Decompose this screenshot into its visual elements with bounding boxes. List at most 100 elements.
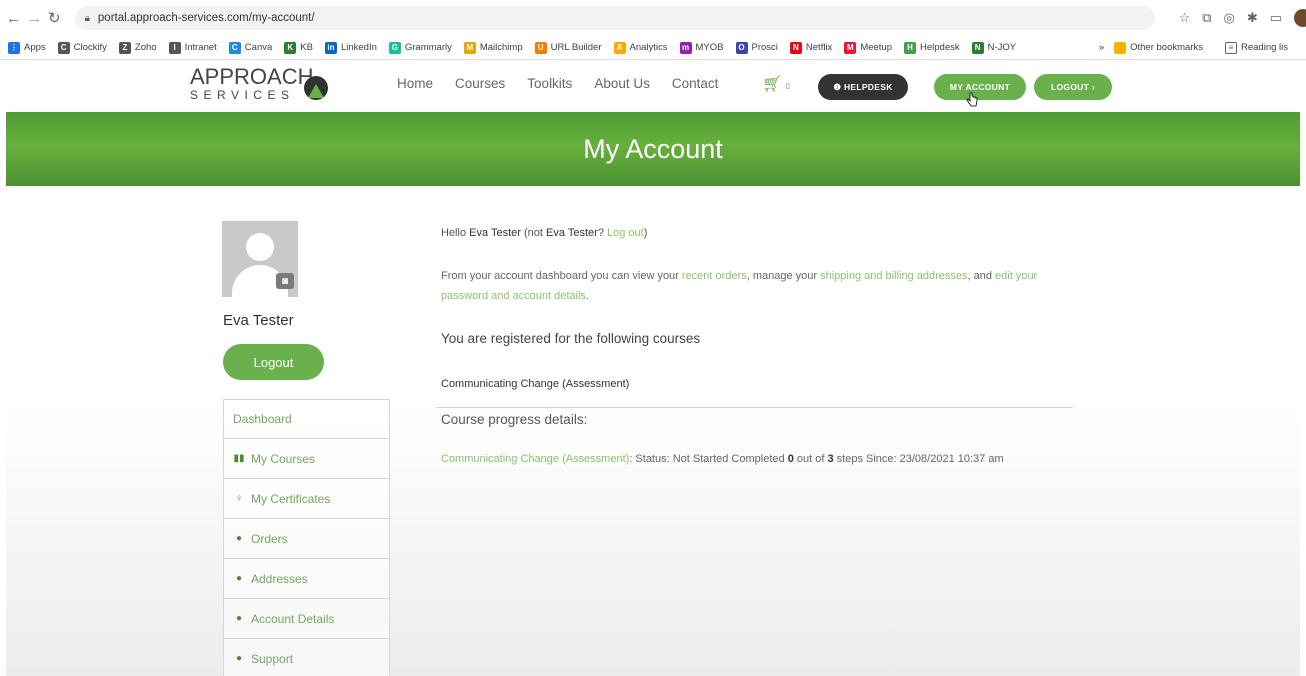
sidebar-item-support[interactable]: ● Support [223, 639, 390, 676]
sidebar-item-account-details[interactable]: ● Account Details [223, 599, 390, 639]
kb-icon: K [284, 41, 297, 54]
more-bookmarks-icon[interactable]: » [1099, 42, 1104, 53]
bookmark-clockify[interactable]: C Clockify [57, 41, 107, 54]
progress-heading: Course progress details: [441, 412, 588, 427]
avatar[interactable]: ◙ [222, 221, 298, 297]
registered-heading: You are registered for the following cou… [441, 331, 701, 346]
my-account-button[interactable]: MY ACCOUNT [934, 74, 1026, 100]
address-bar[interactable]: 🔒︎ portal.approach-services.com/my-accou… [74, 6, 1155, 30]
other-bookmarks[interactable]: Other bookmarks [1114, 41, 1203, 54]
url-builder-icon: U [534, 41, 547, 54]
bookmark-apps[interactable]: ⋮ Apps [8, 41, 46, 54]
bookmark-zoho[interactable]: Z Zoho [118, 41, 157, 54]
lock-icon: 🔒︎ [84, 12, 90, 24]
canva-icon: C [228, 41, 241, 54]
nav-contact[interactable]: Contact [672, 76, 719, 91]
bookmark-n-joy[interactable]: N N-JOY [971, 41, 1016, 54]
puzzle-icon[interactable]: ✱ [1247, 10, 1258, 26]
mailchimp-icon: M [463, 41, 476, 54]
meetup-icon: M [844, 41, 857, 54]
bookmark-linkedin[interactable]: in LinkedIn [324, 41, 377, 54]
recent-orders-link[interactable]: recent orders [682, 270, 747, 282]
dashboard-intro: From your account dashboard you can view… [441, 270, 1038, 302]
account-side-menu: Dashboard ▮▮ My Courses ♀ My Certificate… [223, 399, 390, 676]
camera-icon[interactable]: ◙ [276, 273, 294, 289]
browser-toolbar: ← → ↻ 🔒︎ portal.approach-services.com/my… [0, 0, 1306, 36]
grammarly-icon: G [388, 41, 401, 54]
screen: ← → ↻ 🔒︎ portal.approach-services.com/my… [0, 0, 1306, 676]
log-out-link[interactable]: Log out [607, 227, 644, 239]
cart-icon: 🛒︎ [762, 76, 783, 93]
tab-search-icon[interactable]: ▭ [1270, 10, 1282, 26]
bookmark-intranet[interactable]: I Intranet [168, 41, 217, 54]
back-arrow-icon[interactable]: ← [6, 8, 21, 28]
n-joy-icon: N [971, 41, 984, 54]
apps-icon: ⋮ [8, 41, 20, 54]
helpdesk-button[interactable]: ❶ HELPDESK [818, 74, 908, 100]
extension-icon[interactable]: ⧉ [1202, 10, 1211, 26]
nav-toolkits[interactable]: Toolkits [527, 76, 572, 91]
user-circle-icon: ● [235, 613, 243, 624]
sidebar-item-addresses[interactable]: ● Addresses [223, 559, 390, 599]
sidebar-item-my-certificates[interactable]: ♀ My Certificates [223, 479, 390, 519]
intranet-icon: I [168, 41, 181, 54]
divider [437, 407, 1073, 408]
page-banner: My Account [6, 112, 1300, 186]
nav-home[interactable]: Home [397, 76, 433, 91]
bookmark-url-builder[interactable]: U URL Builder [534, 41, 602, 54]
site-logo[interactable]: APPROACH SERVICES [190, 66, 330, 106]
helpdesk-icon: H [904, 41, 916, 54]
logout-button[interactable]: Logout [223, 344, 324, 380]
url-text: portal.approach-services.com/my-account/ [97, 12, 315, 24]
info-circle-icon: ● [235, 573, 243, 584]
bookmark-kb[interactable]: K KB [284, 41, 313, 54]
netflix-icon: N [789, 41, 802, 54]
check-circle-icon: ● [235, 533, 243, 544]
linkedin-icon: in [324, 41, 337, 54]
bookmark-meetup[interactable]: M Meetup [844, 41, 892, 54]
folder-icon [1114, 41, 1127, 54]
sidebar-item-my-courses[interactable]: ▮▮ My Courses [223, 439, 390, 479]
course-name: Communicating Change (Assessment) [441, 378, 630, 390]
logo-mountain-icon [304, 76, 328, 100]
zoho-icon: Z [118, 41, 131, 54]
course-progress-link[interactable]: Communicating Change (Assessment) [441, 453, 629, 465]
sidebar-item-dashboard[interactable]: Dashboard [223, 399, 390, 439]
progress-details: Communicating Change (Assessment): Statu… [441, 453, 1004, 465]
profile-avatar-icon[interactable] [1294, 9, 1306, 27]
bookmark-helpdesk[interactable]: H Helpdesk [904, 41, 960, 54]
prosci-icon: O [735, 41, 748, 54]
bookmark-prosci[interactable]: O Prosci [735, 41, 778, 54]
bookmark-netflix[interactable]: N Netflix [789, 41, 832, 54]
reading-list[interactable]: ≡ Reading lis [1225, 41, 1288, 54]
site-header: APPROACH SERVICES Home Courses Toolkits … [0, 60, 1306, 112]
extension-icons: ☆ ⧉ ◎ ✱ ▭ ⋮ [1179, 9, 1306, 27]
bookmark-myob[interactable]: m MYOB [679, 41, 724, 54]
reading-list-icon: ≡ [1225, 41, 1237, 54]
extension-icon[interactable]: ◎ [1224, 10, 1235, 26]
nav-about-us[interactable]: About Us [594, 76, 650, 91]
book-icon: ▮▮ [233, 453, 245, 464]
certificate-icon: ♀ [235, 493, 243, 504]
clockify-icon: C [57, 41, 70, 54]
forward-arrow-icon[interactable]: → [27, 8, 42, 28]
header-logout-button[interactable]: LOGOUT › [1034, 74, 1112, 100]
reload-icon[interactable]: ↻ [48, 8, 61, 28]
bookmark-canva[interactable]: C Canva [228, 41, 272, 54]
nav-courses[interactable]: Courses [455, 76, 505, 91]
content-area [6, 186, 1300, 676]
main-nav: Home Courses Toolkits About Us Contact [397, 76, 718, 91]
sidebar-item-orders[interactable]: ● Orders [223, 519, 390, 559]
question-circle-icon: ● [235, 653, 243, 664]
bookmark-analytics[interactable]: A Analytics [613, 41, 668, 54]
hello-text: Hello Eva Tester (not Eva Tester? Log ou… [441, 227, 648, 239]
addresses-link[interactable]: shipping and billing addresses [820, 270, 967, 282]
profile-name: Eva Tester [223, 312, 294, 329]
cart-count: 0 [785, 82, 790, 91]
myob-icon: m [679, 41, 692, 54]
bookmark-mailchimp[interactable]: M Mailchimp [463, 41, 523, 54]
star-icon[interactable]: ☆ [1179, 10, 1191, 26]
page-title: My Account [583, 133, 723, 164]
bookmark-grammarly[interactable]: G Grammarly [388, 41, 452, 54]
cart-button[interactable]: 🛒︎ 0 [762, 74, 790, 94]
